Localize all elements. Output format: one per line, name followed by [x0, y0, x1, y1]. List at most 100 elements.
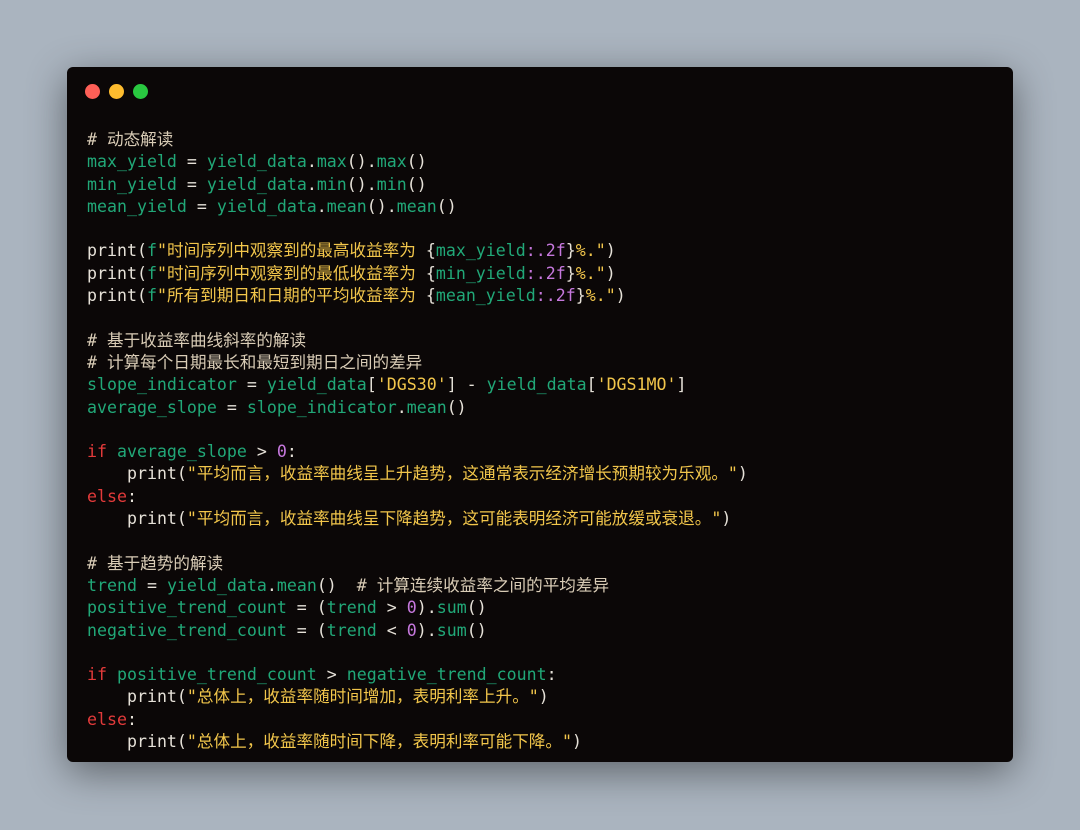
- code-token: (: [136, 286, 147, 306]
- code-token: (): [406, 174, 427, 194]
- code-token: :.2f: [525, 241, 566, 261]
- code-line: ​: [87, 419, 1003, 441]
- code-token: print: [126, 687, 177, 707]
- code-token: =: [136, 575, 167, 595]
- zoom-button[interactable]: [133, 84, 148, 99]
- code-token: :: [286, 442, 297, 462]
- code-block: # 动态解读 max_yield = yield_data.max().max()…: [87, 129, 1003, 753]
- code-token: {: [425, 263, 436, 283]
- code-token: ]: [676, 375, 687, 395]
- code-token: >: [316, 665, 347, 685]
- code-token: sum: [436, 598, 467, 618]
- code-token: <: [376, 620, 407, 640]
- code-token: negative_trend_count: [346, 665, 547, 685]
- code-token: min_yield: [435, 263, 526, 283]
- code-line: else:: [87, 486, 1003, 508]
- code-line: print(f"所有到期日和日期的平均收益率为 {mean_yield:.2f}…: [87, 285, 1003, 307]
- code-token: %.": [575, 263, 606, 283]
- code-token: :.2f: [525, 263, 566, 283]
- minimize-button[interactable]: [109, 84, 124, 99]
- code-token: min: [376, 174, 407, 194]
- code-line: positive_trend_count = (trend > 0).sum(): [87, 597, 1003, 619]
- code-token: :: [126, 709, 137, 729]
- code-line: print(f"时间序列中观察到的最高收益率为 {max_yield:.2f}%…: [87, 240, 1003, 262]
- code-token: ).: [416, 620, 437, 640]
- code-token: :.2f: [535, 286, 576, 306]
- code-token: # 计算每个日期最长和最短到期日之间的差异: [87, 352, 423, 372]
- code-token: trend: [326, 598, 377, 618]
- code-token: yield_data: [486, 375, 587, 395]
- window-controls: [85, 84, 148, 99]
- code-token: ): [605, 241, 616, 261]
- code-token: average_slope: [87, 397, 217, 417]
- code-line: ​: [87, 642, 1003, 664]
- code-line: ​: [87, 307, 1003, 329]
- code-token: mean: [326, 196, 367, 216]
- code-token: mean: [396, 196, 437, 216]
- code-token: trend: [87, 575, 137, 595]
- code-token: else: [87, 486, 127, 506]
- close-button[interactable]: [85, 84, 100, 99]
- code-line: mean_yield = yield_data.mean().mean(): [87, 196, 1003, 218]
- code-token: =: [186, 196, 217, 216]
- code-token: =: [236, 375, 267, 395]
- code-line: ​: [87, 530, 1003, 552]
- code-line: slope_indicator = yield_data['DGS30'] - …: [87, 374, 1003, 396]
- code-token: ).: [416, 598, 437, 618]
- code-token: ): [605, 263, 616, 283]
- code-token: # 动态解读: [87, 130, 174, 149]
- code-token: ): [538, 687, 549, 707]
- code-line: if average_slope > 0:: [87, 441, 1003, 463]
- code-token: (): [466, 598, 487, 618]
- code-line: print("总体上，收益率随时间下降，表明利率可能下降。"): [87, 731, 1003, 753]
- code-token: yield_data: [216, 196, 317, 216]
- code-token: negative_trend_count: [87, 620, 287, 640]
- code-token: [: [586, 375, 597, 395]
- code-token: print: [126, 732, 177, 752]
- code-token: if: [87, 442, 107, 462]
- code-line: trend = yield_data.mean() # 计算连续收益率之间的平均…: [87, 575, 1003, 597]
- code-token: (: [176, 464, 187, 484]
- code-token: f: [146, 263, 157, 283]
- code-token: .: [306, 152, 317, 172]
- code-token: "平均而言，收益率曲线呈上升趋势，这通常表示经济增长预期较为乐观。": [186, 464, 738, 484]
- code-token: trend: [326, 620, 377, 640]
- code-token: average_slope: [116, 442, 247, 462]
- code-token: mean_yield: [87, 196, 187, 216]
- code-token: mean: [406, 397, 447, 417]
- code-token: (: [136, 263, 147, 283]
- code-token: (: [136, 241, 147, 261]
- code-token: "时间序列中观察到的最低收益率为: [156, 263, 426, 283]
- code-token: (): [316, 575, 337, 595]
- code-token: >: [376, 598, 407, 618]
- code-token: if: [87, 665, 107, 685]
- code-token: "时间序列中观察到的最高收益率为: [156, 241, 426, 261]
- code-token: print: [87, 263, 137, 283]
- code-token: (: [316, 598, 327, 618]
- code-token: [: [366, 375, 377, 395]
- code-token: # 基于收益率曲线斜率的解读: [87, 330, 307, 350]
- code-token: (): [446, 397, 467, 417]
- code-token: ): [737, 464, 748, 484]
- code-token: f: [146, 241, 157, 261]
- code-token: =: [176, 174, 207, 194]
- code-token: (: [176, 509, 187, 529]
- code-token: =: [286, 620, 317, 640]
- code-token: 'DGS1MO': [596, 375, 677, 395]
- code-line: print("总体上，收益率随时间增加，表明利率上升。"): [87, 686, 1003, 708]
- code-token: >: [246, 442, 277, 462]
- code-line: else:: [87, 709, 1003, 731]
- code-token: ().: [346, 174, 377, 194]
- code-line: average_slope = slope_indicator.mean(): [87, 397, 1003, 419]
- code-token: slope_indicator: [87, 375, 237, 395]
- code-token: print: [126, 464, 177, 484]
- code-token: =: [176, 152, 207, 172]
- code-line: print("平均而言，收益率曲线呈下降趋势，这可能表明经济可能放缓或衰退。"): [87, 508, 1003, 530]
- code-token: {: [425, 286, 436, 306]
- code-token: ().: [366, 196, 397, 216]
- code-token: .: [396, 397, 407, 417]
- code-token: (): [466, 620, 487, 640]
- code-token: print: [126, 509, 177, 529]
- code-token: (: [176, 732, 187, 752]
- code-token: (: [316, 620, 327, 640]
